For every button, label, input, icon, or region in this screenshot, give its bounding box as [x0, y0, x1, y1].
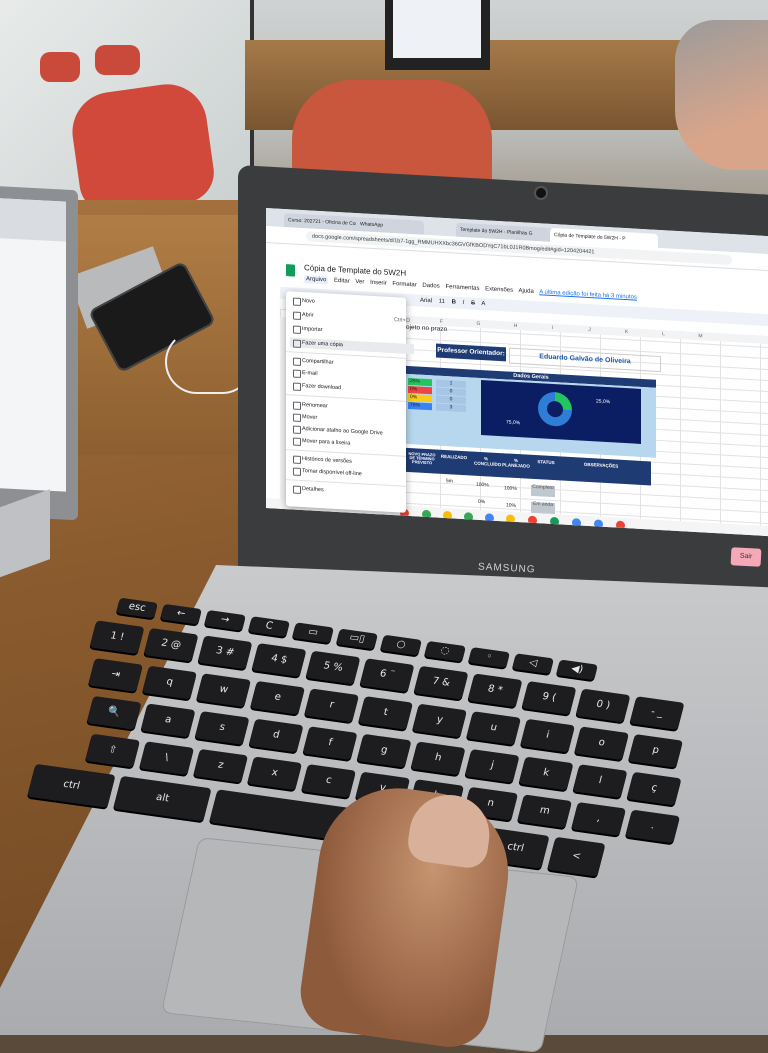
key-row4-9[interactable]: l	[572, 764, 628, 798]
menu-dados[interactable]: Dados	[422, 283, 439, 290]
table-cell[interactable]: 100%	[476, 482, 489, 489]
status-chip[interactable]: Completo	[531, 484, 555, 498]
key-row4-4[interactable]: f	[302, 726, 358, 761]
menu-ver[interactable]: Ver	[355, 279, 364, 286]
menu-formatar[interactable]: Formatar	[392, 281, 416, 288]
last-edit-link[interactable]: A última edição foi feita há 3 minutos	[539, 289, 637, 300]
key-row3-7[interactable]: u	[466, 711, 522, 746]
header-observacoes: OBSERVAÇÕES	[583, 461, 619, 469]
key-row4-1[interactable]: a	[140, 703, 196, 738]
donut-hole	[547, 400, 563, 418]
red-chair	[67, 79, 218, 217]
key-row5-0[interactable]: ⇧	[85, 733, 141, 768]
menu-ajuda[interactable]: Ajuda	[519, 288, 534, 295]
header-status: STATUS	[537, 459, 555, 466]
key-row2-5[interactable]: 6 ¨	[359, 658, 415, 693]
key-row2-2[interactable]: 3 #	[197, 635, 253, 670]
chair	[95, 45, 140, 75]
key-row2-9[interactable]: 0 )	[575, 688, 631, 723]
table-cell[interactable]: 100%	[504, 485, 517, 492]
key-row2-7[interactable]: 8 *	[467, 673, 523, 708]
key-row2-6[interactable]: 7 &	[413, 665, 469, 700]
key-row3-2[interactable]: w	[196, 673, 252, 708]
menu-ferramentas[interactable]: Ferramentas	[445, 284, 479, 292]
table-cell[interactable]: 0%	[478, 499, 485, 505]
key-row3-8[interactable]: i	[520, 718, 576, 753]
key-row3-9[interactable]: o	[574, 726, 630, 761]
menu-editar[interactable]: Editar	[334, 278, 350, 285]
key-row3-1[interactable]: q	[142, 665, 198, 700]
table-cell[interactable]: 5m	[446, 478, 453, 484]
key-row4-7[interactable]: j	[464, 749, 520, 783]
key-row2-1[interactable]: 2 @	[143, 627, 199, 662]
key-row5-9[interactable]: ,	[571, 802, 627, 836]
person-arm	[675, 20, 768, 170]
chair	[40, 52, 80, 82]
key-row2-4[interactable]: 5 %	[305, 650, 361, 685]
header-realizado: REALIZADO	[440, 453, 468, 461]
key-row3-6[interactable]: y	[412, 703, 468, 738]
key-row5-3[interactable]: x	[247, 756, 303, 791]
key-row3-5[interactable]: t	[358, 696, 414, 730]
key-row5-4[interactable]: c	[301, 764, 357, 798]
bold-icon[interactable]: B	[452, 299, 456, 305]
key-row5-1[interactable]: \	[139, 741, 195, 776]
font-size-select[interactable]: 11	[439, 299, 445, 305]
italic-icon[interactable]: I	[463, 300, 465, 306]
key-row4-6[interactable]: h	[410, 741, 466, 776]
key-row4-0[interactable]: 🔍	[86, 695, 142, 730]
key-row2-3[interactable]: 4 $	[251, 643, 307, 677]
chart-label: 25,0%	[596, 398, 611, 406]
key-row2-8[interactable]: 9 (	[521, 681, 577, 715]
text-color-icon[interactable]: A	[481, 301, 485, 307]
strike-icon[interactable]: S	[471, 300, 475, 306]
sair-button[interactable]: Sair	[730, 547, 762, 567]
menu-extensoes[interactable]: Extensões	[485, 286, 513, 294]
header-concluido: % CONCLUÍDO	[474, 456, 502, 468]
key-row6-1[interactable]: alt	[113, 775, 212, 822]
key-row6-0[interactable]: ctrl	[27, 763, 116, 808]
key-row3-10[interactable]: p	[628, 734, 684, 768]
key-row4-5[interactable]: g	[356, 733, 412, 768]
key-row5-8[interactable]: m	[517, 794, 573, 829]
header-planejado: % PLANEJADO	[502, 457, 530, 469]
left-laptop	[0, 185, 78, 521]
chart-label: 75,0%	[506, 419, 521, 427]
webcam	[536, 188, 546, 198]
shortcut-label: Ctrl+O	[393, 317, 410, 325]
key-row6-5[interactable]: <	[547, 836, 606, 877]
sheets-logo-icon[interactable]	[286, 264, 295, 277]
key-row3-4[interactable]: r	[304, 688, 360, 723]
font-select[interactable]: Arial	[420, 298, 432, 305]
key-row4-10[interactable]: ç	[626, 771, 682, 806]
menu-inserir[interactable]: Inserir	[370, 280, 387, 287]
key-row2-10[interactable]: - _	[629, 696, 685, 730]
key-row4-8[interactable]: k	[518, 756, 574, 791]
key-row5-2[interactable]: z	[193, 748, 249, 783]
key-row3-3[interactable]: e	[250, 680, 306, 715]
table-cell[interactable]: 10%	[506, 502, 516, 509]
key-row2-0[interactable]: 1 !	[89, 620, 145, 655]
key-row4-3[interactable]: d	[248, 718, 304, 753]
key-row3-0[interactable]: ⇥	[88, 658, 144, 692]
background-laptop	[385, 0, 490, 70]
laptop-screen: Curso: 202721 - Oficina de Com WhatsApp …	[266, 208, 768, 537]
key-row5-10[interactable]: .	[625, 809, 681, 844]
menu-arquivo[interactable]: Arquivo	[304, 275, 329, 285]
key-row4-2[interactable]: s	[194, 711, 250, 745]
file-menu-dropdown: Novo Abrir Ctrl+O Importar Fazer uma cópi…	[286, 291, 414, 513]
